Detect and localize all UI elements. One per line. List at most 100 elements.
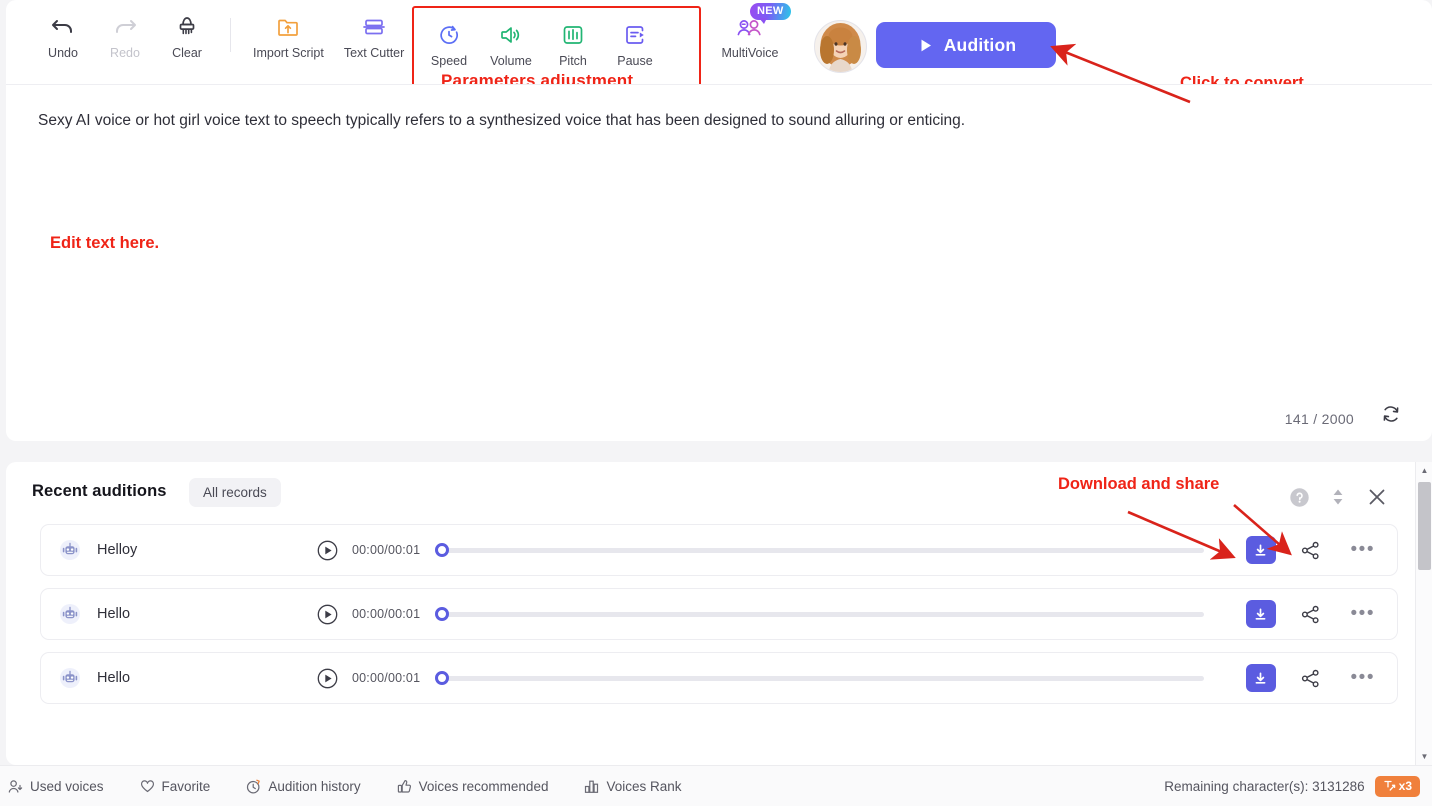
top-toolbar: Undo Redo Clear Import Script Text Cutte…	[6, 0, 1432, 102]
row-time: 00:00/00:01	[352, 607, 421, 621]
undo-label: Undo	[48, 46, 78, 60]
status-item-audition-history[interactable]: Audition history	[246, 779, 361, 794]
scroll-down-arrow[interactable]: ▼	[1416, 748, 1432, 765]
more-icon[interactable]: •••	[1351, 668, 1375, 687]
volume-label: Volume	[490, 54, 532, 68]
sort-icon[interactable]	[1329, 487, 1347, 507]
robot-voice-icon	[59, 603, 81, 625]
robot-voice-icon	[59, 539, 81, 561]
play-circle-icon[interactable]	[317, 668, 338, 689]
slider-knob[interactable]	[435, 670, 450, 685]
progress-slider[interactable]	[435, 606, 1204, 621]
pitch-label: Pitch	[559, 54, 587, 68]
char-separator: /	[1313, 411, 1318, 427]
robot-voice-icon	[59, 667, 81, 689]
recent-auditions-panel: Recent auditions All records Helloy 00:0…	[6, 462, 1432, 765]
status-item-voices-rank[interactable]: Voices Rank	[584, 778, 682, 794]
status-bar: Used voices Favorite Audition history Vo…	[0, 765, 1432, 806]
text-editor-panel[interactable]: Sexy AI voice or hot girl voice text to …	[6, 84, 1432, 441]
audition-button[interactable]: Audition	[876, 22, 1056, 68]
scroll-up-arrow[interactable]: ▲	[1416, 462, 1432, 479]
remaining-characters: Remaining character(s): 3131286	[1164, 778, 1365, 794]
share-icon[interactable]	[1300, 668, 1321, 689]
status-bar-items: Used voices Favorite Audition history Vo…	[8, 779, 682, 794]
parameters-group: Speed Volume Pitch Pause	[418, 8, 666, 68]
close-icon[interactable]	[1366, 486, 1388, 508]
history-tool-group: Undo Redo Clear	[32, 0, 218, 60]
status-item-voices-recommended[interactable]: Voices recommended	[397, 778, 549, 794]
folder-upload-icon	[275, 14, 301, 40]
table-row[interactable]: Helloy 00:00/00:01 •••	[40, 524, 1398, 576]
new-badge: NEW	[750, 3, 791, 25]
multiplier-badge[interactable]: x3	[1374, 775, 1420, 797]
history-icon	[246, 779, 261, 794]
status-label: Voices Rank	[606, 778, 682, 794]
play-icon	[916, 36, 935, 55]
text-cutter-label: Text Cutter	[343, 46, 405, 60]
pitch-equalizer-icon	[560, 22, 586, 48]
slider-knob[interactable]	[435, 606, 450, 621]
table-row[interactable]: Hello 00:00/00:01 •••	[40, 588, 1398, 640]
import-script-label: Import Script	[253, 46, 324, 60]
play-circle-icon[interactable]	[317, 540, 338, 561]
volume-icon	[498, 22, 524, 48]
status-item-used-voices[interactable]: Used voices	[8, 779, 104, 794]
download-button[interactable]	[1245, 664, 1276, 692]
status-bar-right: Remaining character(s): 3131286 x3	[1164, 775, 1420, 797]
auditions-title: Recent auditions	[32, 482, 167, 500]
speed-clock-icon	[436, 22, 462, 48]
annotation-edit-text-here: Edit text here.	[50, 234, 160, 252]
redo-label: Redo	[110, 46, 140, 60]
play-circle-icon[interactable]	[317, 604, 338, 625]
auditions-scrollbar[interactable]: ▲ ▼	[1415, 462, 1432, 765]
char-counter: 141 / 2000	[1285, 411, 1354, 427]
all-records-button[interactable]: All records	[189, 478, 281, 507]
clear-label: Clear	[172, 46, 202, 60]
editor-text[interactable]: Sexy AI voice or hot girl voice text to …	[38, 109, 1392, 132]
table-row[interactable]: Hello 00:00/00:01 •••	[40, 652, 1398, 704]
status-label: Used voices	[30, 778, 104, 794]
import-script-button[interactable]: Import Script	[243, 0, 334, 60]
pause-label: Pause	[617, 54, 653, 68]
share-icon[interactable]	[1300, 604, 1321, 625]
more-icon[interactable]: •••	[1351, 540, 1375, 559]
used-voices-icon	[8, 779, 23, 794]
row-name: Hello	[97, 670, 131, 686]
avatar[interactable]	[814, 20, 867, 73]
status-label: Favorite	[161, 778, 211, 794]
progress-slider[interactable]	[435, 542, 1204, 557]
progress-slider[interactable]	[435, 670, 1204, 685]
thumbs-up-icon	[397, 779, 412, 794]
help-icon[interactable]	[1289, 487, 1310, 508]
status-item-favorite[interactable]: Favorite	[140, 778, 211, 794]
multivoice-button[interactable]: MultiVoice	[719, 14, 781, 60]
file-tool-group: Import Script Text Cutter	[243, 0, 414, 60]
row-time: 00:00/00:01	[352, 543, 421, 557]
more-icon[interactable]: •••	[1351, 604, 1375, 623]
speed-button[interactable]: Speed	[418, 8, 480, 68]
clear-button[interactable]: Clear	[156, 0, 218, 60]
undo-icon	[50, 14, 76, 40]
annotation-download-and-share: Download and share	[1058, 475, 1220, 493]
text-cutter-button[interactable]: Text Cutter	[334, 0, 414, 60]
scrollbar-thumb[interactable]	[1418, 482, 1431, 570]
heart-icon	[140, 779, 155, 794]
char-count: 141	[1284, 411, 1310, 427]
redo-button[interactable]: Redo	[94, 0, 156, 60]
share-icon[interactable]	[1300, 540, 1321, 561]
pause-insert-icon	[622, 22, 648, 48]
pitch-button[interactable]: Pitch	[542, 8, 604, 68]
redo-icon	[112, 14, 138, 40]
toolbar-divider	[230, 18, 231, 52]
volume-button[interactable]: Volume	[480, 8, 542, 68]
undo-button[interactable]: Undo	[32, 0, 94, 60]
download-button[interactable]	[1245, 536, 1276, 564]
refresh-icon[interactable]	[1380, 403, 1402, 430]
app-root: Undo Redo Clear Import Script Text Cutte…	[0, 0, 1432, 806]
brush-icon	[174, 14, 200, 40]
status-label: Voices recommended	[418, 778, 549, 794]
pause-button[interactable]: Pause	[604, 8, 666, 68]
multivoice-label: MultiVoice	[721, 46, 779, 60]
download-button[interactable]	[1245, 600, 1276, 628]
slider-knob[interactable]	[435, 542, 450, 557]
